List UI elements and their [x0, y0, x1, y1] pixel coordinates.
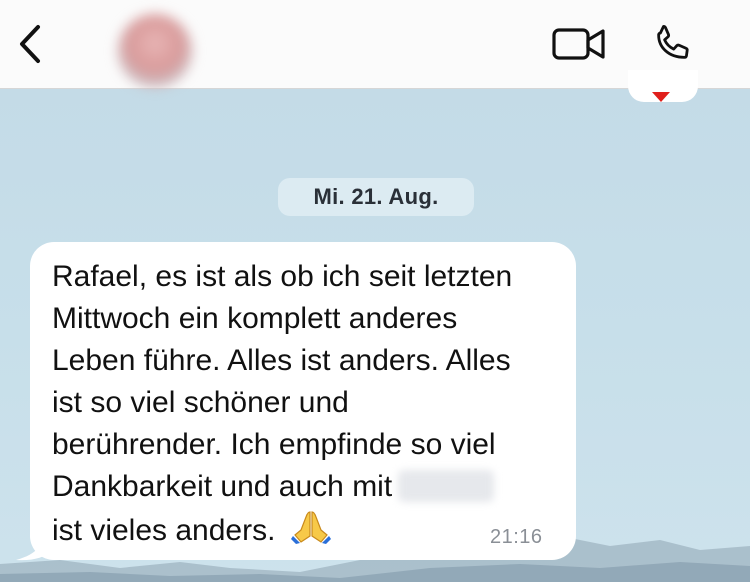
message-line: berührender. Ich empfinde so viel: [52, 428, 496, 461]
message-line: Rafael, es ist als ob ich seit letzten: [52, 260, 513, 293]
message-line: ist so viel schöner und: [52, 386, 349, 419]
message-line-text: Dankbarkeit und auch mit: [52, 470, 393, 503]
message-line: Mittwoch ein komplett anderes: [52, 302, 458, 335]
video-camera-icon: [552, 28, 605, 60]
video-call-button[interactable]: [548, 20, 610, 68]
message-line-text: ist vieles anders.: [52, 514, 276, 547]
message-line-with-redaction: Dankbarkeit und auch mit: [52, 466, 562, 508]
voice-call-button[interactable]: [648, 18, 698, 68]
message-line-with-emoji: ist vieles anders.: [52, 508, 562, 556]
contact-avatar[interactable]: [118, 14, 192, 88]
chevron-left-icon: [20, 25, 40, 63]
folded-hands-icon: [290, 508, 332, 556]
heart-icon: [652, 92, 670, 102]
phone-icon: [657, 24, 689, 59]
back-button[interactable]: [8, 16, 52, 72]
date-separator: Mi. 21. Aug.: [278, 178, 474, 216]
bubble-tail: [16, 528, 54, 561]
message-text: Rafael, es ist als ob ich seit letzten M…: [52, 256, 562, 556]
contact-status: [212, 54, 272, 72]
message-line: Leben führe. Alles ist anders. Alles: [52, 344, 511, 377]
message-timestamp: 21:16: [490, 526, 543, 548]
redacted-name: [398, 470, 495, 502]
contact-name[interactable]: [212, 18, 512, 48]
